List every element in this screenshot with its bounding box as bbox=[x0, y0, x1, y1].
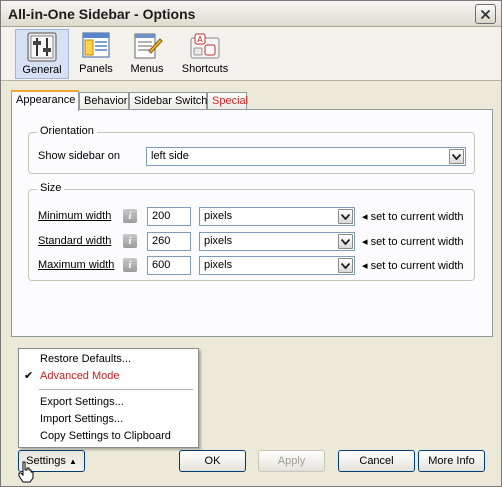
title-bar[interactable]: All-in-One Sidebar - Options bbox=[1, 1, 501, 27]
chevron-down-icon bbox=[452, 153, 461, 160]
tab-appearance[interactable]: Appearance bbox=[11, 90, 79, 111]
standard-width-input[interactable]: 260 bbox=[147, 232, 191, 251]
maximum-width-input[interactable]: 600 bbox=[147, 256, 191, 275]
options-window: All-in-One Sidebar - Options General Pan… bbox=[0, 0, 502, 487]
standard-width-unit-dropdown[interactable] bbox=[338, 234, 353, 249]
chevron-down-icon bbox=[341, 262, 350, 269]
maximum-width-unit-dropdown[interactable] bbox=[338, 258, 353, 273]
info-icon[interactable]: i bbox=[123, 209, 137, 223]
checkmark-icon: ✔ bbox=[24, 370, 34, 382]
close-icon bbox=[480, 9, 491, 19]
cancel-button[interactable]: Cancel bbox=[338, 450, 415, 472]
minimum-width-input[interactable]: 200 bbox=[147, 207, 191, 226]
orientation-legend: Orientation bbox=[37, 125, 97, 137]
standard-width-unit-select[interactable]: pixels bbox=[199, 232, 355, 251]
hand-cursor-icon bbox=[18, 461, 34, 483]
chevron-down-icon bbox=[341, 238, 350, 245]
svg-text:A: A bbox=[197, 35, 203, 44]
tab-sidebar-switch[interactable]: Sidebar Switch bbox=[129, 92, 207, 110]
standard-width-label: Standard width bbox=[38, 235, 112, 247]
maximum-width-set-current-label: set to current width bbox=[370, 260, 464, 272]
panels-icon bbox=[82, 32, 110, 58]
apply-button[interactable]: Apply bbox=[258, 450, 325, 472]
maximum-width-set-current[interactable]: ◂ set to current width bbox=[362, 259, 464, 272]
sidebar-side-value: left side bbox=[151, 150, 189, 162]
size-group: Size Minimum width i 200 pixels ◂ set to… bbox=[28, 182, 475, 281]
minimum-width-label: Minimum width bbox=[38, 210, 112, 222]
shortcuts-icon: A bbox=[190, 33, 220, 59]
chevron-up-icon: ▲ bbox=[68, 457, 77, 466]
standard-width-set-current[interactable]: ◂ set to current width bbox=[362, 235, 464, 248]
menu-item-advanced-mode[interactable]: ✔ Advanced Mode bbox=[19, 368, 198, 385]
more-info-button[interactable]: More Info bbox=[418, 450, 485, 472]
size-legend: Size bbox=[37, 182, 65, 194]
category-toolbar: General Panels Menus A Shortcuts bbox=[1, 27, 501, 81]
close-button[interactable] bbox=[475, 4, 496, 24]
menu-item-copy-settings[interactable]: Copy Settings to Clipboard bbox=[19, 428, 198, 445]
menu-separator bbox=[39, 389, 193, 390]
minimum-width-unit-select[interactable]: pixels bbox=[199, 207, 355, 226]
menu-item-advanced-mode-label: Advanced Mode bbox=[40, 370, 120, 382]
settings-menu: Restore Defaults... ✔ Advanced Mode Expo… bbox=[18, 348, 199, 448]
toolbar-shortcuts[interactable]: A Shortcuts bbox=[177, 29, 233, 79]
toolbar-general-label: General bbox=[22, 64, 62, 76]
standard-width-set-current-label: set to current width bbox=[370, 236, 464, 248]
tab-behavior[interactable]: Behavior bbox=[79, 92, 129, 110]
maximum-width-unit-select[interactable]: pixels bbox=[199, 256, 355, 275]
toolbar-shortcuts-label: Shortcuts bbox=[181, 63, 229, 75]
minimum-width-set-current[interactable]: ◂ set to current width bbox=[362, 210, 464, 223]
menu-item-export-settings[interactable]: Export Settings... bbox=[19, 394, 198, 411]
chevron-down-icon bbox=[341, 213, 350, 220]
info-icon[interactable]: i bbox=[123, 234, 137, 248]
minimum-width-unit-value: pixels bbox=[204, 210, 233, 222]
toolbar-menus-label: Menus bbox=[130, 63, 164, 75]
info-icon[interactable]: i bbox=[123, 258, 137, 272]
sidebar-side-dropdown[interactable] bbox=[449, 149, 464, 164]
sidebar-side-select[interactable]: left side bbox=[146, 147, 466, 166]
toolbar-menus[interactable]: Menus bbox=[123, 29, 171, 79]
toolbar-general[interactable]: General bbox=[15, 29, 69, 79]
menu-item-restore-defaults[interactable]: Restore Defaults... bbox=[19, 351, 198, 368]
orientation-group: Orientation Show sidebar on left side bbox=[28, 125, 475, 174]
appearance-panel: Orientation Show sidebar on left side Si… bbox=[11, 109, 493, 337]
standard-width-unit-value: pixels bbox=[204, 235, 233, 247]
window-title: All-in-One Sidebar - Options bbox=[8, 6, 196, 22]
tab-special[interactable]: Special bbox=[207, 92, 248, 110]
maximum-width-unit-value: pixels bbox=[204, 259, 233, 271]
toolbar-panels[interactable]: Panels bbox=[72, 29, 120, 79]
ok-button[interactable]: OK bbox=[179, 450, 246, 472]
toolbar-panels-label: Panels bbox=[79, 63, 113, 75]
minimum-width-unit-dropdown[interactable] bbox=[338, 209, 353, 224]
menus-icon bbox=[134, 33, 163, 59]
show-sidebar-label: Show sidebar on bbox=[38, 150, 120, 162]
maximum-width-label: Maximum width bbox=[38, 259, 115, 271]
menu-item-import-settings[interactable]: Import Settings... bbox=[19, 411, 198, 428]
sliders-icon bbox=[27, 32, 57, 62]
minimum-width-set-current-label: set to current width bbox=[370, 211, 464, 223]
